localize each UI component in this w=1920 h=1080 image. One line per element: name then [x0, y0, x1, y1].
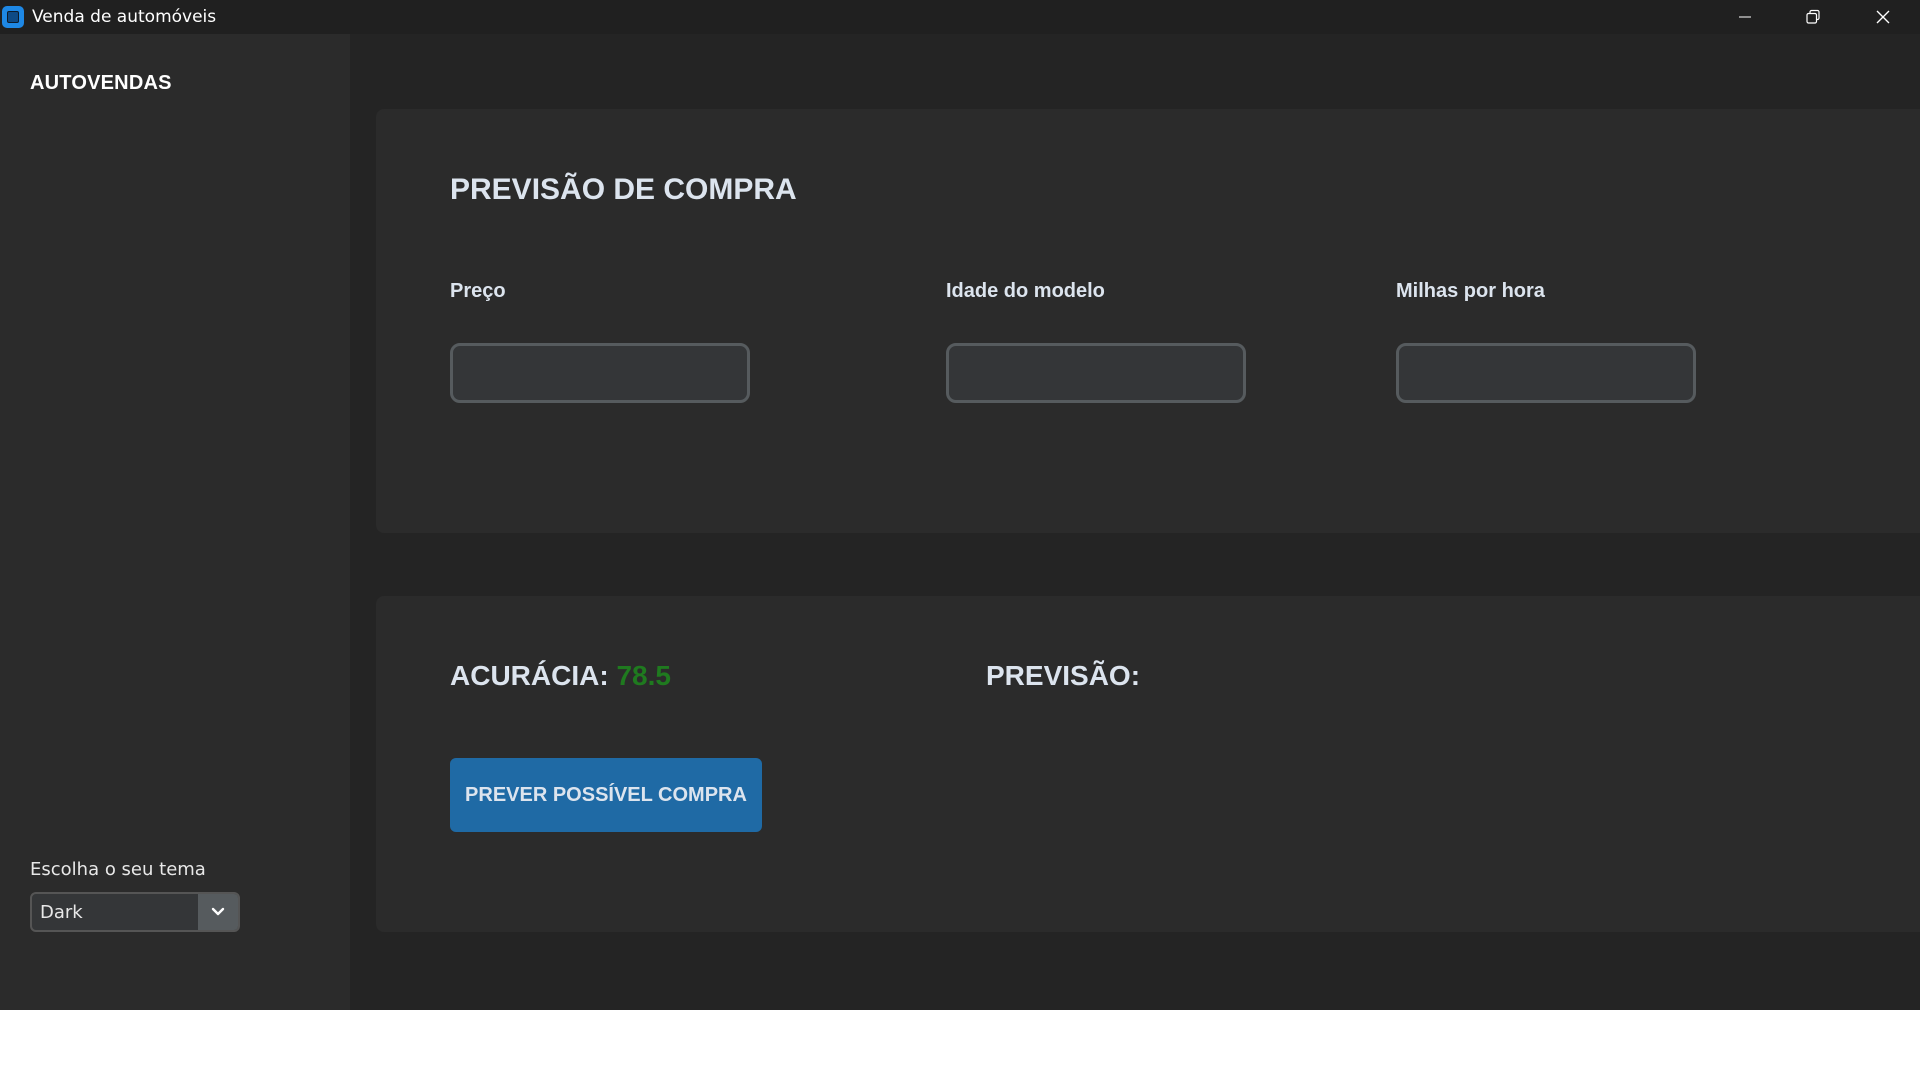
minimize-button[interactable] — [1710, 0, 1780, 34]
window-title: Venda de automóveis — [32, 7, 217, 27]
predict-purchase-button[interactable]: PREVER POSSÍVEL COMPRA — [450, 758, 762, 832]
miles-per-hour-input[interactable] — [1396, 343, 1696, 403]
title-bar: Venda de automóveis — [0, 0, 1920, 34]
brand-title: AUTOVENDAS — [30, 72, 172, 94]
close-icon — [1876, 10, 1890, 24]
prediction-label-text: PREVISÃO: — [986, 660, 1141, 691]
price-input[interactable] — [450, 343, 750, 403]
model-age-label: Idade do modelo — [946, 280, 1105, 302]
result-panel: ACURÁCIA: 78.5 PREVISÃO: PREVER POSSÍVEL… — [376, 596, 1920, 932]
restore-button[interactable] — [1778, 0, 1848, 34]
app-icon — [2, 6, 24, 28]
theme-label: Escolha o seu tema — [30, 859, 206, 880]
close-button[interactable] — [1848, 0, 1918, 34]
theme-dropdown[interactable]: Dark — [30, 892, 240, 932]
form-title: PREVISÃO DE COMPRA — [450, 173, 797, 206]
dropdown-arrow-button[interactable] — [198, 894, 238, 930]
model-age-input[interactable] — [946, 343, 1246, 403]
accuracy-label-text: ACURÁCIA: — [450, 660, 609, 691]
theme-selected-value: Dark — [40, 902, 83, 923]
restore-icon — [1806, 9, 1820, 24]
minimize-icon — [1739, 16, 1751, 18]
prediction-label: PREVISÃO: — [986, 660, 1140, 692]
sidebar: AUTOVENDAS Escolha o seu tema Dark — [0, 34, 350, 1010]
chevron-down-icon — [211, 907, 225, 916]
accuracy-label: ACURÁCIA: 78.5 — [450, 660, 671, 692]
miles-per-hour-label: Milhas por hora — [1396, 280, 1545, 302]
prediction-form-panel: PREVISÃO DE COMPRA Preço Idade do modelo… — [376, 109, 1920, 533]
accuracy-value: 78.5 — [616, 660, 671, 691]
app-window: Venda de automóveis AUTOVENDAS Escolha o… — [0, 0, 1920, 1010]
price-label: Preço — [450, 280, 506, 302]
